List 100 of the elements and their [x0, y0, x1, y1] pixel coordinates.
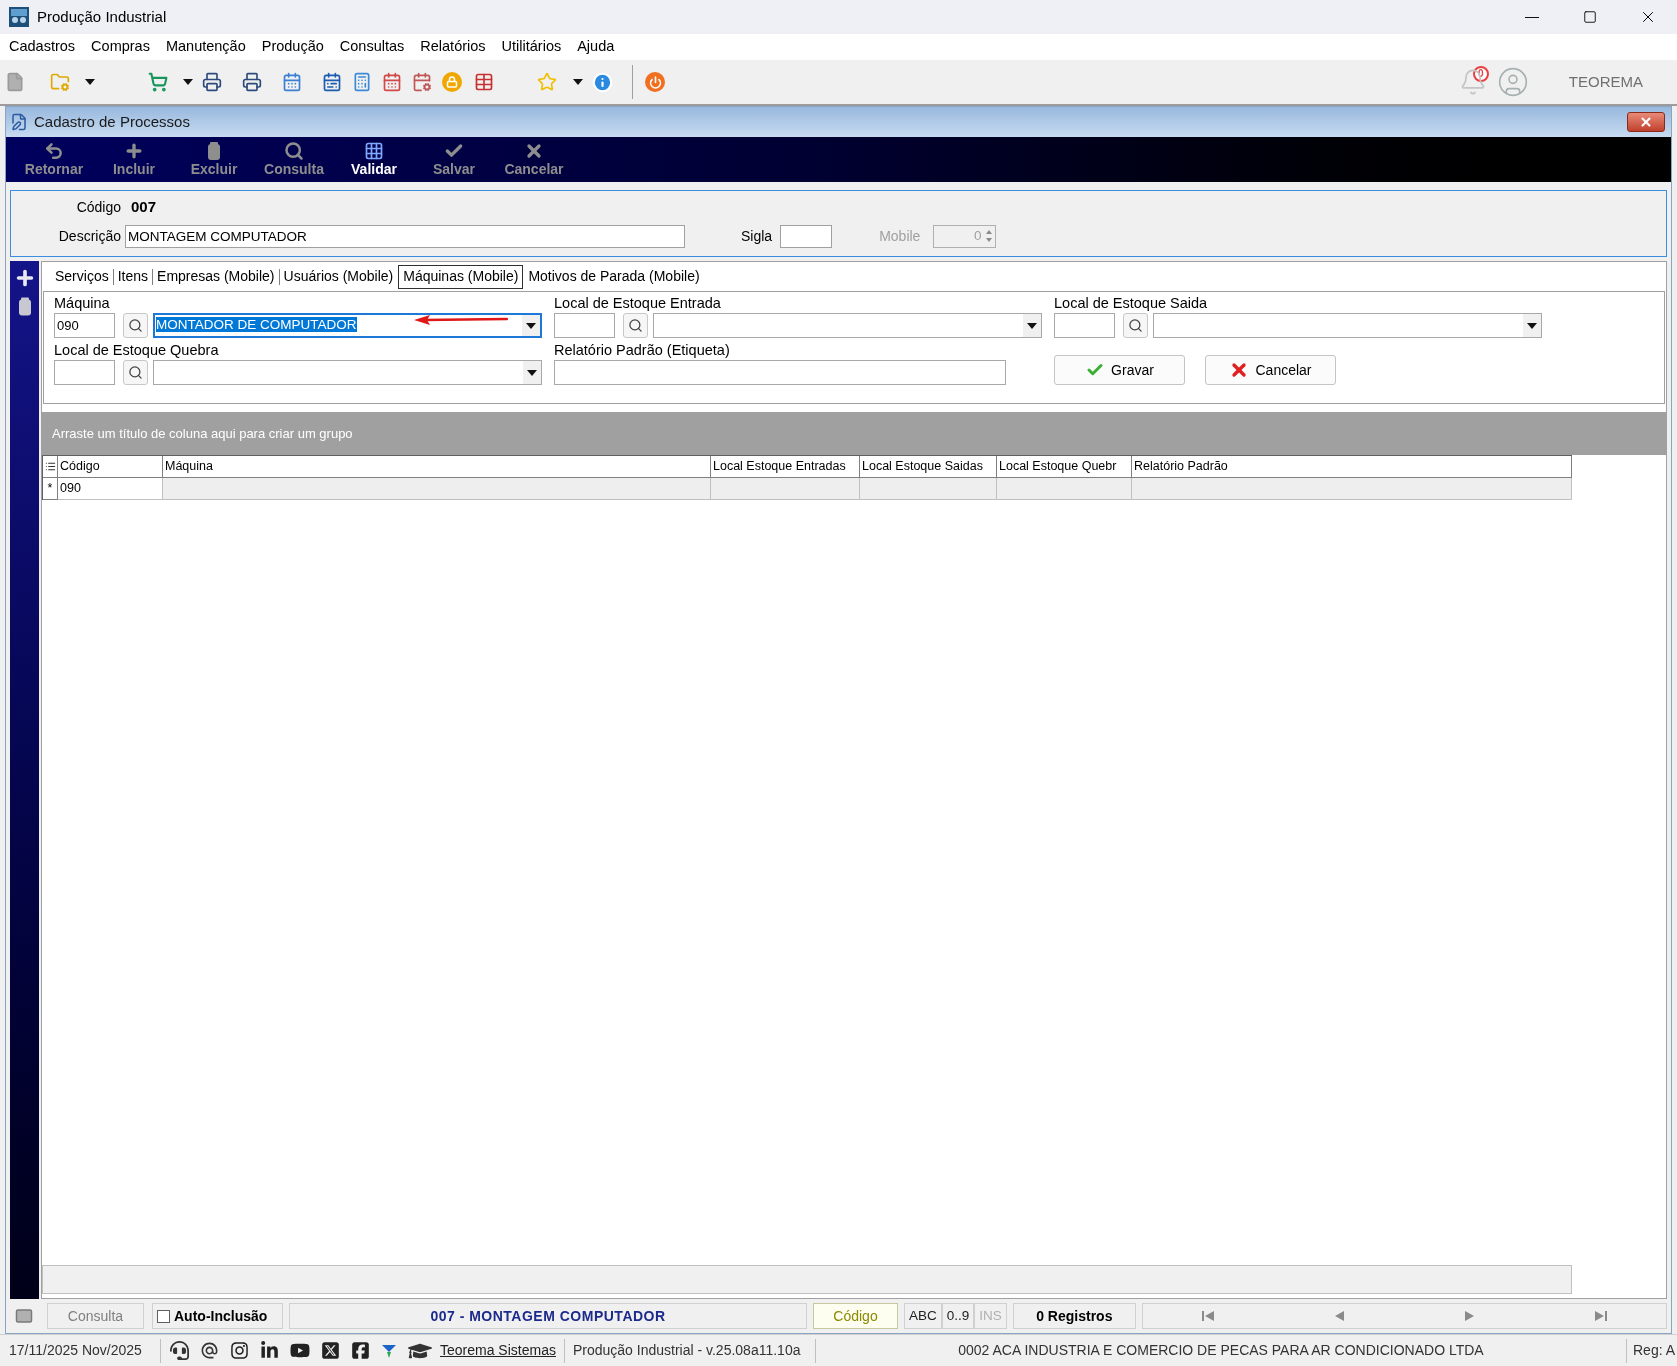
instagram-icon[interactable] — [230, 1341, 249, 1360]
menu-item[interactable]: Compras — [83, 36, 158, 58]
tab[interactable]: Empresas (Mobile) — [153, 264, 279, 289]
caret-icon[interactable] — [85, 79, 95, 85]
toolbar-button[interactable]: Validar — [334, 137, 414, 182]
calendar-icon[interactable] — [322, 72, 342, 92]
spinner-arrows-icon — [985, 229, 994, 243]
search-button[interactable] — [123, 313, 148, 338]
combo-field[interactable]: MONTADOR DE COMPUTADOR — [153, 313, 542, 338]
at-sign-icon[interactable] — [200, 1341, 219, 1360]
code-field[interactable] — [54, 360, 115, 385]
linkedin-icon[interactable] — [260, 1341, 279, 1360]
code-field[interactable] — [554, 313, 615, 338]
cart-icon[interactable] — [148, 72, 168, 92]
tab[interactable]: Usuários (Mobile) — [279, 264, 398, 289]
logo-icon[interactable] — [381, 1342, 397, 1359]
abbreviation-label: Sigla — [741, 226, 773, 246]
description-label: Descrição — [57, 226, 121, 246]
website-link[interactable]: Teorema Sistemas — [440, 1340, 556, 1361]
menu-item[interactable]: Consultas — [331, 36, 413, 58]
printer-icon[interactable] — [242, 72, 262, 92]
caret-icon — [1527, 322, 1537, 329]
company-text: 0002 ACA INDUSTRIA E COMERCIO DE PECAS PARA AR CONDICIONADO LTDA — [957, 1341, 1485, 1360]
tab[interactable]: Máquinas (Mobile) — [398, 264, 524, 289]
close-button[interactable] — [1627, 112, 1665, 132]
caret-icon — [527, 369, 537, 376]
lock-icon[interactable] — [442, 72, 462, 92]
calendar-gear-icon[interactable] — [412, 72, 432, 92]
menu-item[interactable]: Relatórios — [412, 36, 494, 58]
triangle-left-icon — [1334, 1310, 1344, 1322]
cancel-button[interactable]: Cancelar — [1205, 355, 1336, 385]
column-header[interactable]: Relatório Padrão — [1132, 456, 1572, 478]
auto-inclusion-checkbox[interactable]: Auto-Inclusão — [152, 1303, 283, 1329]
calculator-icon[interactable] — [352, 72, 372, 92]
combo-field[interactable] — [1153, 313, 1542, 338]
menu-item[interactable]: Produção — [253, 36, 332, 58]
caret-icon[interactable] — [573, 79, 583, 85]
star-icon[interactable] — [537, 72, 557, 92]
code-field[interactable]: 090 — [54, 313, 115, 338]
column-header[interactable]: Local Estoque Entradas — [711, 456, 860, 478]
date-text: 17/11/2025 Nov/2025 — [8, 1341, 143, 1360]
window-title: Produção Industrial — [37, 6, 167, 27]
minimize-icon — [1525, 16, 1539, 18]
caret-icon — [526, 322, 536, 329]
report-field[interactable] — [554, 360, 1006, 385]
menu-item[interactable]: Manutenção — [157, 36, 254, 58]
menu-item[interactable]: Cadastros — [1, 36, 84, 58]
combo-field[interactable] — [653, 313, 1042, 338]
abbreviation-field[interactable] — [780, 224, 833, 248]
column-header[interactable]: Código — [58, 456, 163, 478]
caret-icon[interactable] — [183, 79, 193, 85]
menu-item[interactable]: Ajuda — [569, 36, 623, 58]
menu-item[interactable]: Utilitários — [493, 36, 570, 58]
table-cell: 090 — [58, 478, 163, 500]
field-label: Relatório Padrão (Etiqueta) — [554, 341, 731, 360]
search-icon — [128, 318, 143, 333]
reg-text: Reg: A — [1632, 1341, 1677, 1360]
tab[interactable]: Serviços — [51, 264, 113, 289]
mode-indicator: INS — [974, 1303, 1007, 1329]
record-title: 007 - MONTAGEM COMPUTADOR — [289, 1303, 807, 1329]
description-field[interactable]: MONTAGEM COMPUTADOR — [125, 224, 685, 248]
list-icon[interactable] — [44, 461, 56, 472]
facebook-icon[interactable] — [351, 1341, 370, 1360]
search-icon — [283, 141, 305, 161]
youtube-icon[interactable] — [290, 1341, 310, 1360]
search-button[interactable] — [1123, 313, 1148, 338]
user-name: TEOREMA — [1568, 71, 1643, 92]
search-button[interactable] — [623, 313, 648, 338]
search-icon — [628, 318, 643, 333]
save-button[interactable]: Gravar — [1054, 355, 1185, 385]
document-icon[interactable] — [5, 72, 25, 92]
bin-icon[interactable] — [17, 297, 32, 316]
checkbox[interactable] — [157, 1309, 170, 1323]
tab[interactable]: Itens — [113, 264, 153, 289]
field-label: Local de Estoque Entrada — [554, 294, 722, 313]
combo-field[interactable] — [153, 360, 542, 385]
x-logo-icon[interactable] — [321, 1341, 340, 1360]
edit-document-icon — [10, 113, 28, 131]
code-field[interactable] — [1054, 313, 1115, 338]
mode-indicator: 0..9 — [941, 1303, 975, 1329]
calendar-icon[interactable] — [382, 72, 402, 92]
power-icon[interactable] — [645, 72, 665, 92]
search-button[interactable] — [123, 360, 148, 385]
column-header[interactable]: Local Estoque Quebr — [997, 456, 1132, 478]
printer-icon[interactable] — [202, 72, 222, 92]
bin-icon — [207, 141, 221, 161]
field-label: Local de Estoque Quebra — [54, 341, 220, 360]
calendar-icon[interactable] — [282, 72, 302, 92]
column-header[interactable]: Máquina — [163, 456, 711, 478]
table-icon[interactable] — [474, 72, 494, 92]
row-indicator: * — [43, 478, 58, 500]
column-header[interactable]: Local Estoque Saidas — [860, 456, 997, 478]
code-label: Código — [75, 198, 121, 217]
record-count: 0 Registros — [1012, 1303, 1136, 1329]
headset-icon[interactable] — [170, 1341, 189, 1360]
tab[interactable]: Motivos de Parada (Mobile) — [524, 264, 704, 289]
field-label: Local de Estoque Saida — [1054, 294, 1209, 313]
mode-text: Consulta — [47, 1303, 144, 1329]
close-icon — [1639, 115, 1653, 129]
info-icon[interactable] — [592, 71, 613, 93]
